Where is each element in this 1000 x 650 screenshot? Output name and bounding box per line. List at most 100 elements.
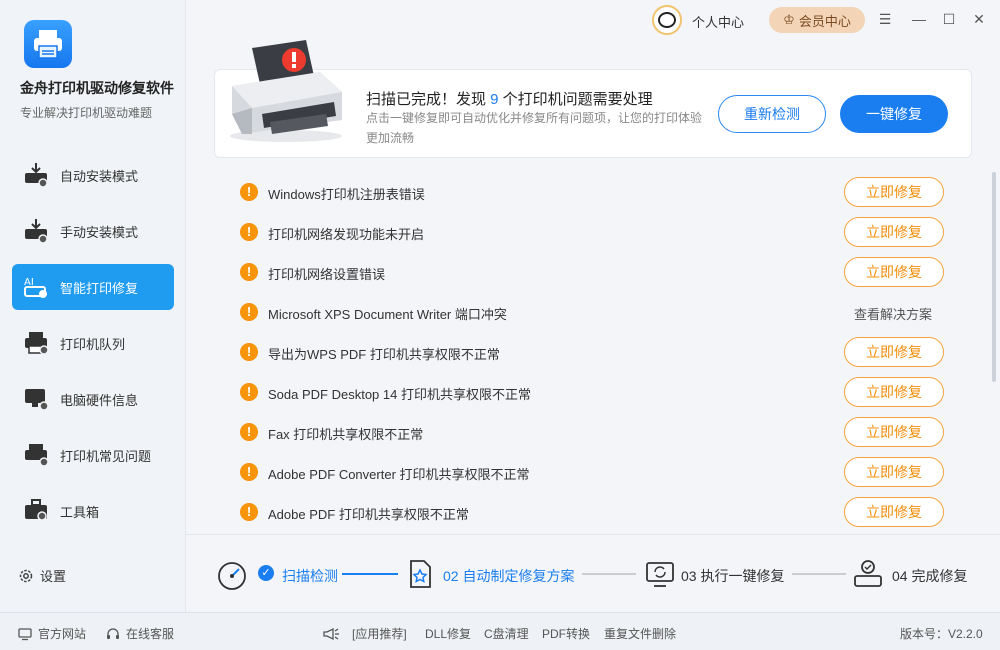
footer: 官方网站 在线客服 [应用推荐] DLL修复 C盘清理 PDF转换 重复文件删除… <box>0 612 1000 650</box>
fix-now-button[interactable]: 立即修复 <box>844 497 944 527</box>
warning-icon: ! <box>240 183 258 201</box>
printer-queue-icon <box>25 332 49 355</box>
sidebar-item-auto-install[interactable]: 自动安装模式 <box>12 152 174 198</box>
scrollbar[interactable] <box>992 172 996 382</box>
footer-link-dll[interactable]: DLL修复 <box>425 625 471 642</box>
sidebar-nav: 自动安装模式 手动安装模式 AI 智能打印修复 打印机队列 电脑硬件信息 打印机… <box>12 152 174 544</box>
step-2-label: 02 自动制定修复方案 <box>443 568 575 584</box>
printer-warning-illustration-icon <box>230 40 342 142</box>
list-item: ! 打印机网络设置错误 立即修复 <box>214 252 974 292</box>
footer-link-duplicate[interactable]: 重复文件删除 <box>604 625 676 642</box>
close-icon[interactable]: ✕ <box>970 10 988 28</box>
issue-list: ! Windows打印机注册表错误 立即修复 ! 打印机网络发现功能未开启 立即修复 !… <box>214 172 974 532</box>
sidebar-item-manual-install[interactable]: 手动安装模式 <box>12 208 174 254</box>
monitor-icon <box>18 627 32 640</box>
megaphone-icon <box>323 627 339 640</box>
fix-now-button[interactable]: 立即修复 <box>844 377 944 407</box>
issue-text: Microsoft XPS Document Writer 端口冲突 <box>268 307 507 322</box>
list-item: ! Soda PDF Desktop 14 打印机共享权限不正常 立即修复 <box>214 372 974 412</box>
maximize-icon[interactable]: ☐ <box>940 10 958 28</box>
sidebar-item-label: 智能打印修复 <box>60 280 139 296</box>
warning-icon: ! <box>240 303 258 321</box>
printer-faq-icon <box>25 444 49 467</box>
monitor-refresh-icon <box>646 562 674 587</box>
step-connector <box>342 573 398 575</box>
warning-icon: ! <box>240 343 258 361</box>
complete-check-icon <box>854 560 882 587</box>
issue-text: 打印机网络设置错误 <box>268 267 386 282</box>
fix-now-button[interactable]: 立即修复 <box>844 337 944 367</box>
printer-manual-icon <box>25 219 48 244</box>
warning-icon: ! <box>240 503 258 521</box>
app-recommend[interactable]: [应用推荐] <box>322 625 407 642</box>
footer-link-pdf[interactable]: PDF转换 <box>542 625 590 642</box>
app-title: 金舟打印机驱动修复软件 <box>20 80 174 96</box>
app-recommend-label: [应用推荐] <box>352 627 407 641</box>
menu-icon[interactable]: ☰ <box>876 10 894 28</box>
online-support-link[interactable]: 在线客服 <box>106 625 174 642</box>
document-star-icon <box>410 560 431 588</box>
sidebar-item-label: 电脑硬件信息 <box>60 392 139 408</box>
issue-text: Adobe PDF Converter 打印机共享权限不正常 <box>268 467 530 482</box>
sidebar-item-printer-queue[interactable]: 打印机队列 <box>12 320 174 366</box>
printer-download-icon <box>25 163 48 188</box>
sidebar-item-label: 手动安装模式 <box>60 224 139 240</box>
step-1-label: 扫描检测 <box>282 568 338 584</box>
issue-text: Fax 打印机共享权限不正常 <box>268 427 424 442</box>
official-website-link[interactable]: 官方网站 <box>18 625 86 642</box>
warning-icon: ! <box>240 383 258 401</box>
list-item: ! Fax 打印机共享权限不正常 立即修复 <box>214 412 974 452</box>
fix-now-button[interactable]: 立即修复 <box>844 217 944 247</box>
headset-icon <box>107 627 119 639</box>
official-website-label: 官方网站 <box>38 627 87 641</box>
computer-info-icon <box>25 389 49 411</box>
warning-icon: ! <box>240 423 258 441</box>
sidebar-item-smart-repair[interactable]: AI 智能打印修复 <box>12 264 174 310</box>
fix-now-button[interactable]: 立即修复 <box>844 257 944 287</box>
warning-icon: ! <box>240 463 258 481</box>
user-center-link[interactable]: 个人中心 <box>692 12 744 31</box>
warning-icon: ! <box>240 223 258 241</box>
issue-text: Soda PDF Desktop 14 打印机共享权限不正常 <box>268 387 531 402</box>
step-3-label: 03 执行一键修复 <box>681 568 785 584</box>
vip-center-button[interactable]: ♔ 会员中心 <box>769 7 865 33</box>
sidebar-item-label: 工具箱 <box>60 504 100 520</box>
fix-now-button[interactable]: 立即修复 <box>844 417 944 447</box>
scan-title-prefix: 扫描已完成！发现 <box>366 91 491 108</box>
sidebar-item-toolbox[interactable]: 工具箱 <box>12 488 174 534</box>
sidebar-item-hardware-info[interactable]: 电脑硬件信息 <box>12 376 174 422</box>
issue-text: 导出为WPS PDF 打印机共享权限不正常 <box>268 347 500 362</box>
view-solution-link[interactable]: 查看解决方案 <box>854 304 932 323</box>
step-connector <box>582 573 636 575</box>
list-item: ! Adobe PDF Converter 打印机共享权限不正常 立即修复 <box>214 452 974 492</box>
toolbox-icon <box>25 499 47 521</box>
fix-now-button[interactable]: 立即修复 <box>844 457 944 487</box>
fix-all-button[interactable]: 一键修复 <box>840 95 948 133</box>
sidebar-item-printer-faq[interactable]: 打印机常见问题 <box>12 432 174 478</box>
scan-title-suffix: 个打印机问题需要处理 <box>498 91 653 108</box>
minimize-icon[interactable]: — <box>910 10 928 28</box>
issue-text: Windows打印机注册表错误 <box>268 187 425 202</box>
settings-button[interactable]: 设置 <box>18 566 66 585</box>
step-done-check-icon: ✓ <box>258 565 274 581</box>
footer-link-c-clean[interactable]: C盘清理 <box>484 625 529 642</box>
list-item: ! 打印机网络发现功能未开启 立即修复 <box>214 212 974 252</box>
online-support-label: 在线客服 <box>126 627 175 641</box>
avatar[interactable] <box>652 5 682 35</box>
warning-icon: ! <box>240 263 258 281</box>
sidebar-item-label: 打印机常见问题 <box>60 448 152 464</box>
issue-text: Adobe PDF 打印机共享权限不正常 <box>268 507 469 522</box>
scan-gauge-icon <box>218 562 246 590</box>
app-logo-icon <box>24 20 72 68</box>
fix-now-button[interactable]: 立即修复 <box>844 177 944 207</box>
step-4-label: 04 完成修复 <box>892 568 968 584</box>
issue-text: 打印机网络发现功能未开启 <box>268 227 425 242</box>
app-subtitle: 专业解决打印机驱动难题 <box>20 106 153 120</box>
list-item: ! Windows打印机注册表错误 立即修复 <box>214 172 974 212</box>
sidebar-item-label: 自动安装模式 <box>60 168 139 184</box>
sidebar: 金舟打印机驱动修复软件 专业解决打印机驱动难题 自动安装模式 手动安装模式 AI… <box>0 0 186 612</box>
settings-label: 设置 <box>40 569 67 584</box>
version-text: 版本号：V2.2.0 <box>900 627 983 641</box>
rescan-button[interactable]: 重新检测 <box>718 95 826 133</box>
scan-result-title: 扫描已完成！发现 9 个打印机问题需要处理 <box>366 88 653 109</box>
